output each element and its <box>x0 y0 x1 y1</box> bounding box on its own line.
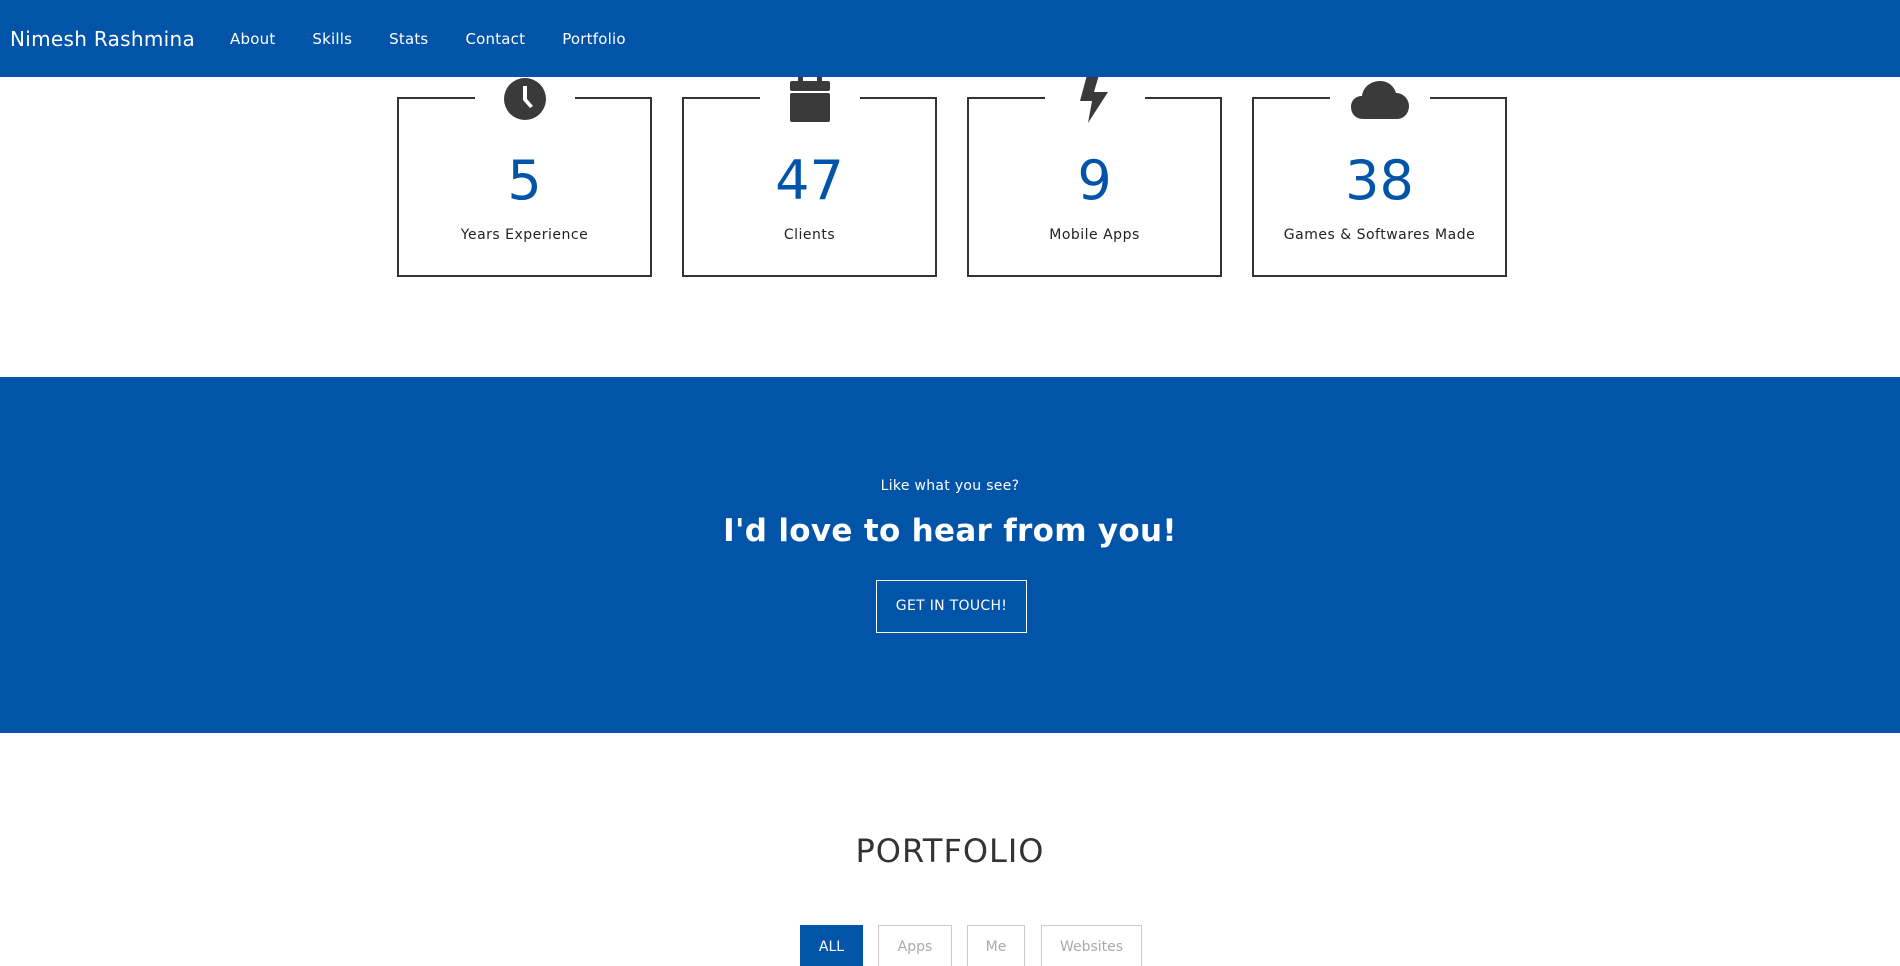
nav-link-contact[interactable]: Contact <box>465 30 525 48</box>
stat-card-mobile-apps: 9 Mobile Apps <box>967 75 1222 277</box>
brand-link[interactable]: Nimesh Rashmina <box>10 27 195 51</box>
stat-label: Years Experience <box>460 227 589 243</box>
filter-me-button[interactable]: Me <box>967 925 1025 966</box>
navbar: Nimesh Rashmina About Skills Stats Conta… <box>0 0 1900 77</box>
clock-icon <box>474 75 575 123</box>
contact-cta-section: Like what you see? I'd love to hear from… <box>0 377 1900 733</box>
stat-label: Games & Softwares Made <box>1283 227 1476 243</box>
stat-label: Clients <box>783 227 836 243</box>
stat-value: 38 <box>1345 149 1414 212</box>
filter-apps-button[interactable]: Apps <box>878 925 952 966</box>
stat-card-games-softwares: 38 Games & Softwares Made <box>1252 75 1507 277</box>
filter-all-button[interactable]: ALL <box>800 925 863 966</box>
nav-link-about[interactable]: About <box>230 30 275 48</box>
calendar-icon <box>759 75 860 123</box>
nav-link-portfolio[interactable]: Portfolio <box>562 30 626 48</box>
get-in-touch-button[interactable]: GET IN TOUCH! <box>876 580 1027 633</box>
stat-value: 9 <box>1077 149 1112 212</box>
bolt-icon <box>1044 75 1145 123</box>
stats-section: 5 Years Experience 47 Clients 9 Mobile A… <box>0 75 1900 377</box>
cloud-icon <box>1329 75 1430 123</box>
stat-value: 47 <box>775 149 844 212</box>
filter-websites-button[interactable]: Websites <box>1041 925 1142 966</box>
stat-value: 5 <box>507 149 542 212</box>
stat-card-clients: 47 Clients <box>682 75 937 277</box>
nav-links: About Skills Stats Contact Portfolio <box>230 30 663 48</box>
nav-link-skills[interactable]: Skills <box>312 30 352 48</box>
nav-link-stats[interactable]: Stats <box>389 30 428 48</box>
cta-subtitle: Like what you see? <box>880 478 1020 494</box>
stat-card-experience: 5 Years Experience <box>397 75 652 277</box>
portfolio-title: PORTFOLIO <box>855 832 1045 870</box>
cta-title: I'd love to hear from you! <box>723 513 1177 549</box>
stat-label: Mobile Apps <box>1049 227 1140 243</box>
portfolio-filters: ALL Apps Me Websites <box>0 925 1900 966</box>
